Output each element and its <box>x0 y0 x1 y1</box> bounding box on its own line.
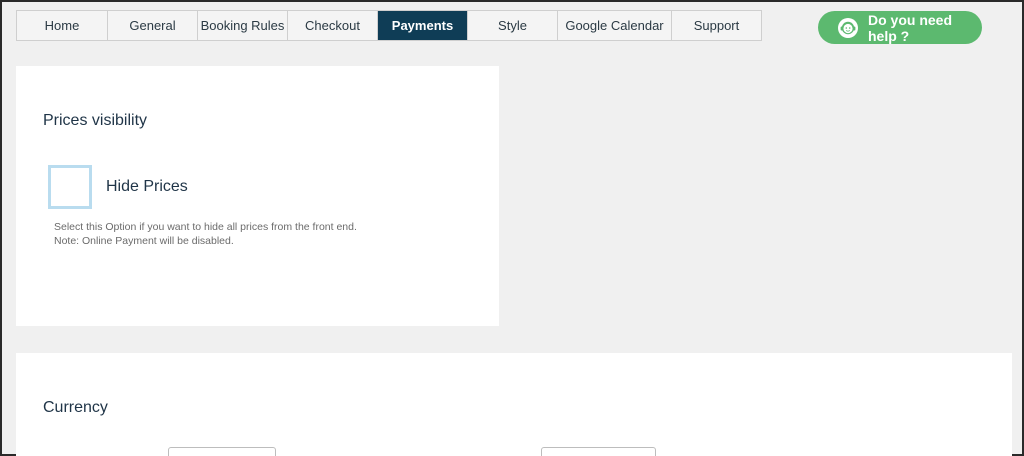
help-text-line-2: Note: Online Payment will be disabled. <box>54 235 234 247</box>
hide-prices-help-text: Select this Option if you want to hide a… <box>54 220 357 248</box>
hide-prices-checkbox[interactable] <box>48 165 92 209</box>
help-button-label: Do you need help ? <box>868 11 953 44</box>
tab-style[interactable]: Style <box>468 11 558 40</box>
tab-home[interactable]: Home <box>17 11 108 40</box>
currency-position-select[interactable] <box>541 447 656 456</box>
tab-support[interactable]: Support <box>672 11 761 40</box>
tab-booking-rules[interactable]: Booking Rules <box>198 11 288 40</box>
currency-select[interactable] <box>168 447 276 456</box>
tab-google-calendar[interactable]: Google Calendar <box>558 11 672 40</box>
tab-general[interactable]: General <box>108 11 198 40</box>
currency-title: Currency <box>43 399 108 416</box>
prices-visibility-panel: Prices visibility Hide Prices Select thi… <box>16 66 499 326</box>
hide-prices-label: Hide Prices <box>106 178 188 195</box>
settings-tabs: Home General Booking Rules Checkout Paym… <box>16 10 762 41</box>
help-text-line-1: Select this Option if you want to hide a… <box>54 221 357 233</box>
currency-panel: Currency <box>16 353 1012 456</box>
prices-visibility-title: Prices visibility <box>43 112 148 129</box>
help-button[interactable]: Do you need help ? <box>818 11 982 44</box>
support-agent-icon <box>837 17 859 39</box>
tab-checkout[interactable]: Checkout <box>288 11 378 40</box>
tab-payments[interactable]: Payments <box>378 11 468 40</box>
